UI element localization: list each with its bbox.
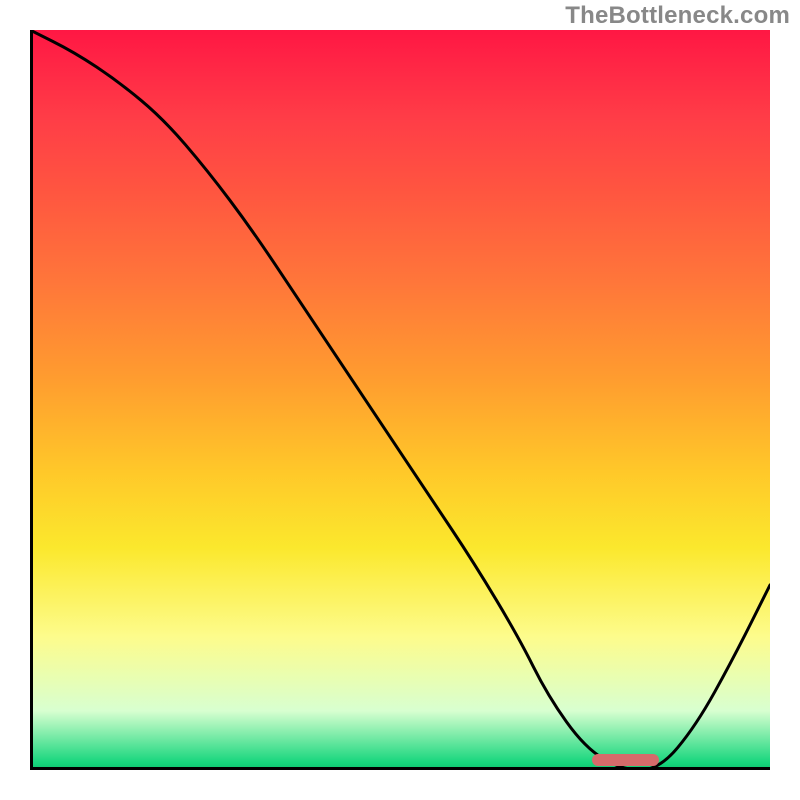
watermark-label: TheBottleneck.com — [565, 2, 790, 30]
curve-svg — [30, 30, 770, 770]
optimal-region-marker — [592, 754, 659, 766]
bottleneck-curve-path — [30, 30, 770, 770]
chart-container: TheBottleneck.com — [0, 0, 800, 800]
plot-area — [30, 30, 770, 770]
